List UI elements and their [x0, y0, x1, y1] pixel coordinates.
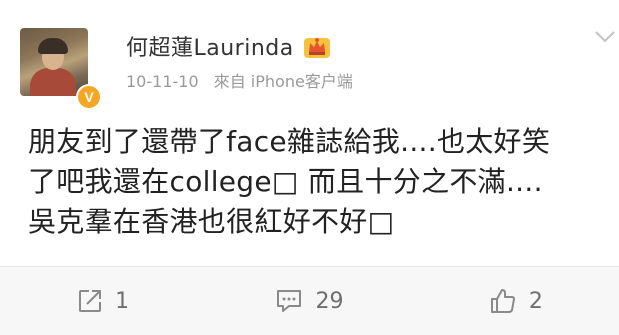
thumbs-up-icon: [490, 289, 515, 313]
post-text-line: 了吧我還在college□ 而且十分之不滿....: [28, 165, 543, 198]
action-bar: 1 29 2: [0, 267, 619, 335]
comment-count: 29: [315, 288, 344, 314]
crown-icon[interactable]: [302, 32, 332, 60]
avatar[interactable]: [20, 28, 88, 96]
repost-count: 1: [115, 288, 130, 314]
post-content: 朋友到了還帶了face雜誌給我....也太好笑 了吧我還在college□ 而且…: [28, 122, 613, 242]
post-meta: 10-11-10 來自 iPhone客户端: [126, 68, 353, 92]
comment-button[interactable]: 29: [206, 267, 412, 335]
avatar-figure-hair: [38, 38, 68, 54]
avatar-figure-body: [30, 68, 76, 96]
chevron-down-icon[interactable]: [594, 30, 616, 44]
repost-button[interactable]: 1: [0, 267, 206, 335]
comment-icon: [277, 290, 302, 312]
like-button[interactable]: 2: [413, 267, 619, 335]
avatar-container[interactable]: V: [20, 28, 102, 110]
post-date: 10-11-10: [126, 72, 199, 91]
post-text-line: 朋友到了還帶了face雜誌給我....也太好笑: [28, 125, 551, 158]
post-source: 來自 iPhone客户端: [213, 72, 353, 91]
username-row: 何超蓮Laurinda: [126, 30, 332, 62]
username[interactable]: 何超蓮Laurinda: [126, 30, 294, 62]
repost-icon: [79, 290, 102, 312]
verified-badge-icon: V: [76, 84, 102, 110]
post-text-line: 吳克羣在香港也很紅好不好□: [28, 205, 395, 238]
weibo-post-card: V 何超蓮Laurinda 10-11-10 來自 iPhone客户端 朋友到了…: [0, 0, 619, 335]
like-count: 2: [528, 288, 543, 314]
